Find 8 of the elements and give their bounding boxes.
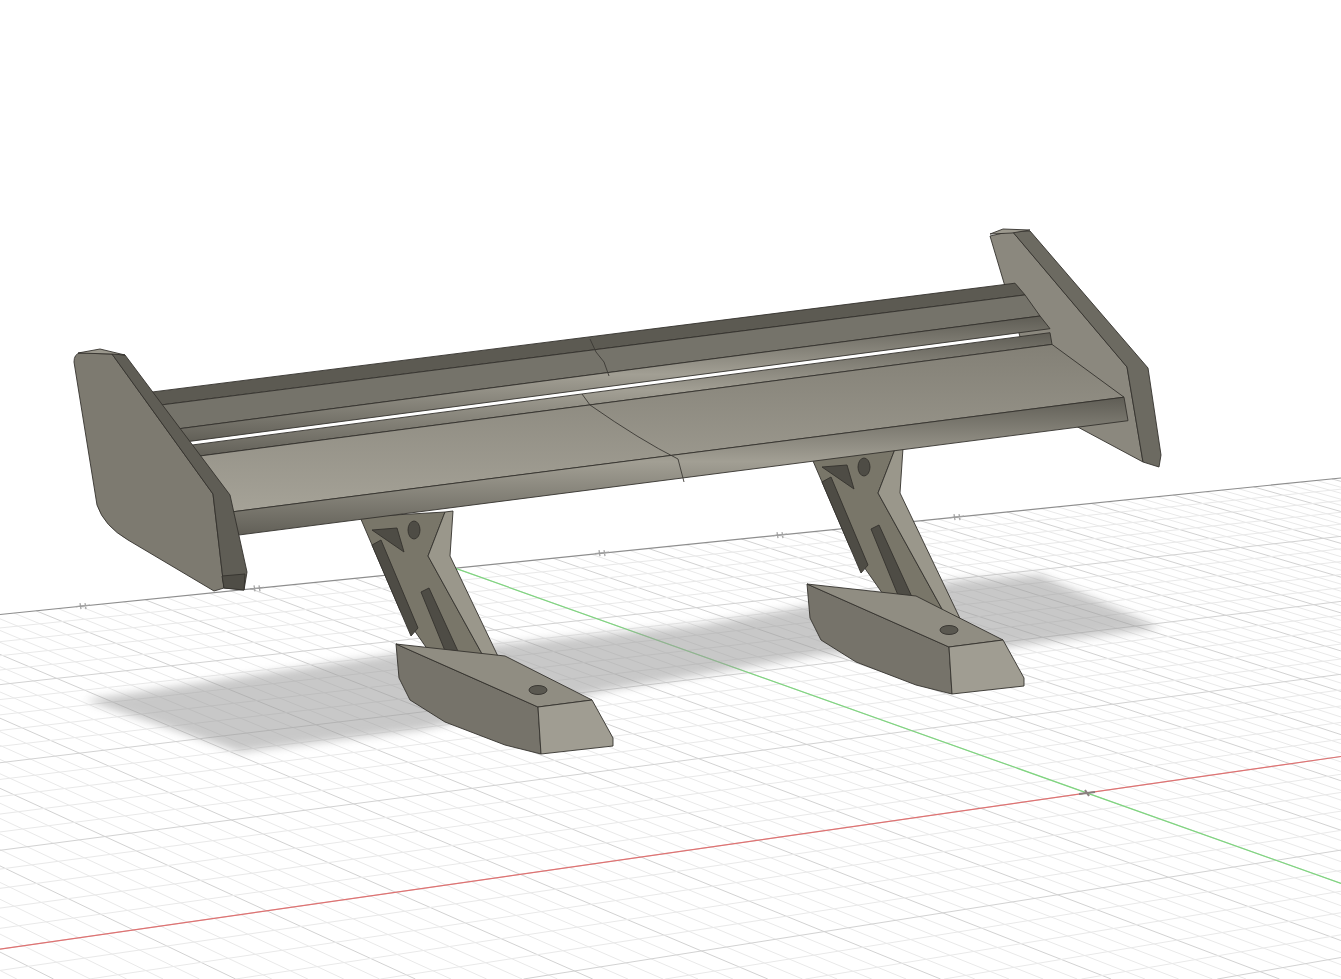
hole-icon (939, 625, 959, 635)
grid-tick-icon (949, 513, 965, 521)
hole-icon (528, 685, 548, 695)
grid-tick-icon (594, 549, 610, 557)
grid-tick-icon (249, 584, 265, 592)
grid-tick-icon (75, 602, 91, 610)
origin-point-icon (1078, 789, 1096, 797)
grid-tick-icon (772, 531, 788, 539)
